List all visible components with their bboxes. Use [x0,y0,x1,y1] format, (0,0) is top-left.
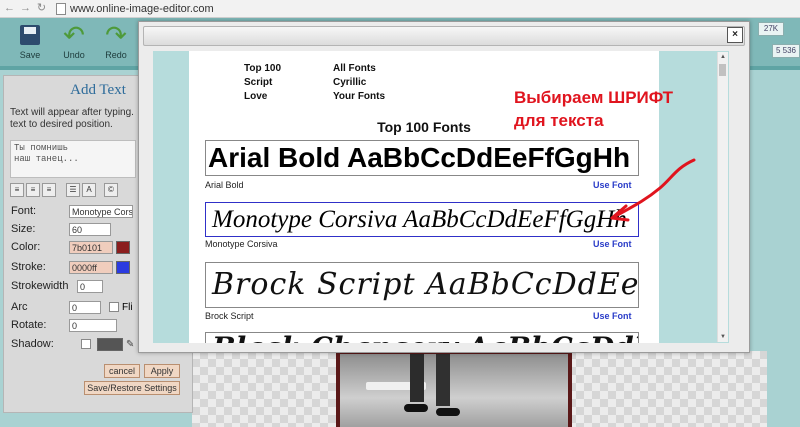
annotation-arrow-icon [610,158,696,222]
